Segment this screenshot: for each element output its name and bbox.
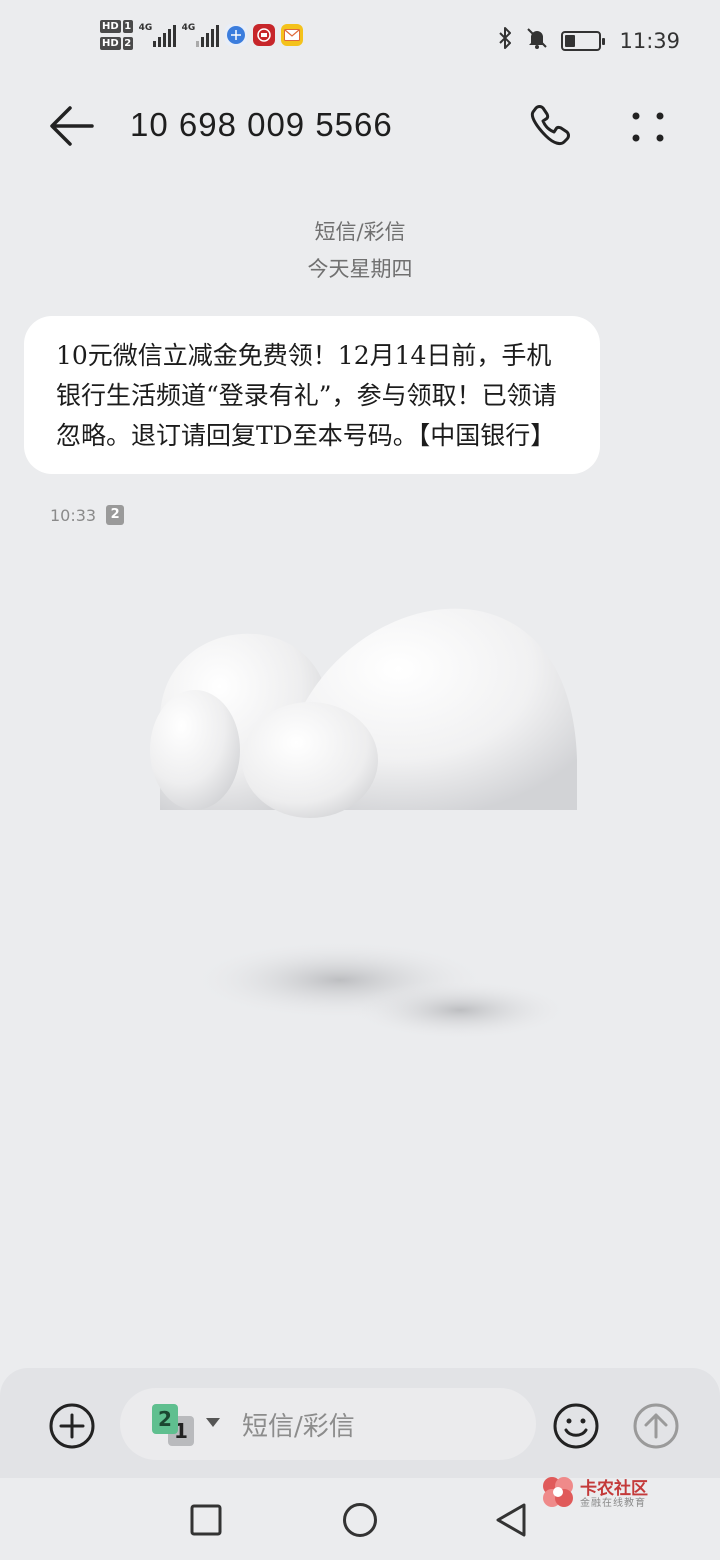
chevron-down-icon xyxy=(206,1418,220,1427)
sim-front-badge: 2 xyxy=(152,1404,178,1434)
smiley-icon[interactable] xyxy=(552,1402,600,1450)
hd-sim2: HD 2 xyxy=(100,37,133,50)
message-type-label: 短信/彩信 xyxy=(314,220,406,244)
network-type: 4G xyxy=(181,23,196,33)
more-dots-icon[interactable] xyxy=(626,102,670,150)
watermark-logo-icon xyxy=(543,1477,573,1507)
message-bubble[interactable]: 10元微信立减金免费领！12月14日前，手机银行生活频道“登录有礼”，参与领取！… xyxy=(24,316,600,474)
recent-apps-icon[interactable] xyxy=(190,1504,222,1536)
hd-sim1: HD 1 xyxy=(100,20,133,33)
signal-sim1-icon: 4G xyxy=(139,23,176,47)
clock: 11:39 xyxy=(619,28,680,53)
message-meta: 10:33 2 xyxy=(50,505,125,525)
sms-conversation-screen: HD 1 HD 2 4G 4G 11:39 10 698 009 5566 短信… xyxy=(0,0,720,1560)
sim-badge: 2 xyxy=(106,505,125,525)
status-left: HD 1 HD 2 4G 4G xyxy=(100,20,303,50)
watermark: 卡农社区 金融在线教育 xyxy=(540,1472,670,1512)
battery-icon xyxy=(561,30,606,51)
status-right: 11:39 xyxy=(497,26,680,55)
hd-sim-number: 1 xyxy=(122,20,133,33)
red-app-icon xyxy=(252,24,275,46)
signal-sim2-icon: 4G xyxy=(182,23,219,47)
cloud-illustration xyxy=(130,540,610,1060)
plus-circle-icon[interactable] xyxy=(48,1402,96,1450)
thread-meta: 短信/彩信 今天星期四 xyxy=(0,214,720,288)
send-arrow-icon[interactable] xyxy=(632,1402,680,1450)
mute-icon xyxy=(525,26,549,55)
contact-number: 10 698 009 5566 xyxy=(130,106,393,143)
watermark-subtitle: 金融在线教育 xyxy=(580,1498,646,1509)
message-text: 10元微信立减金免费领！12月14日前，手机银行生活频道“登录有礼”，参与领取！… xyxy=(56,341,557,450)
composer-bar: 1 2 短信/彩信 xyxy=(0,1368,720,1478)
arrow-left-icon[interactable] xyxy=(46,102,98,150)
sim-selector[interactable]: 1 2 xyxy=(152,1404,222,1446)
phone-icon[interactable] xyxy=(526,102,578,150)
browser-app-icon xyxy=(224,24,247,46)
battery-level xyxy=(565,34,576,47)
mail-app-icon xyxy=(280,24,303,46)
hd-sim-number: 2 xyxy=(122,37,133,50)
hd-label: HD xyxy=(100,20,121,33)
network-type: 4G xyxy=(138,23,153,33)
conversation-header: 10 698 009 5566 xyxy=(0,84,720,168)
status-bar: HD 1 HD 2 4G 4G 11:39 xyxy=(0,0,720,84)
input-placeholder: 短信/彩信 xyxy=(242,1412,355,1442)
date-separator: 今天星期四 xyxy=(307,257,413,281)
message-input[interactable]: 1 2 短信/彩信 xyxy=(120,1388,536,1460)
home-icon[interactable] xyxy=(342,1502,378,1538)
hd-label: HD xyxy=(100,37,121,50)
back-triangle-icon[interactable] xyxy=(494,1502,528,1538)
hd-indicators: HD 1 HD 2 xyxy=(100,20,133,50)
bluetooth-icon xyxy=(497,26,513,55)
message-time: 10:33 xyxy=(50,505,97,525)
